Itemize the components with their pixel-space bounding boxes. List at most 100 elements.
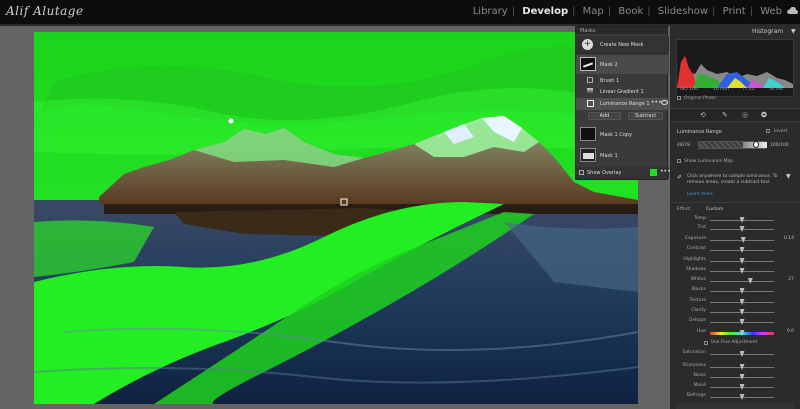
tool-strip: ⟲ ✎ ◎ ❂	[670, 108, 800, 122]
fine-adjustment-label: Use Fine Adjustment	[711, 340, 758, 345]
luminance-left-value: 48/78	[677, 143, 690, 148]
slider-label: Tint	[697, 225, 706, 230]
slider-label: Temp	[694, 216, 706, 221]
slider-label: Moiré	[693, 383, 706, 388]
mask-thumbnail	[580, 148, 596, 162]
overlay-color-swatch[interactable]	[650, 169, 657, 176]
slider-track[interactable]	[710, 281, 774, 282]
show-luminance-map-label: Show Luminance Map	[684, 159, 734, 164]
slider-row-texture[interactable]: Texture	[676, 298, 794, 307]
collapse-hint-icon[interactable]: ▼	[786, 173, 791, 180]
mask-2-row[interactable]: Mask 2	[576, 55, 669, 74]
histogram-title[interactable]: Histogram	[752, 28, 783, 35]
eyedropper-icon[interactable]: ✐	[677, 174, 682, 181]
slider-label: Clarity	[691, 308, 706, 313]
subtract-button[interactable]: Subtract	[628, 112, 663, 120]
module-slideshow[interactable]: Slideshow	[658, 6, 708, 17]
effect-dropdown[interactable]: Custom	[706, 207, 723, 212]
show-luminance-map-checkbox[interactable]	[677, 159, 681, 163]
slider-value[interactable]: 27	[776, 277, 794, 282]
slider-row-sharpness[interactable]: Sharpness	[676, 363, 794, 372]
masking-icon[interactable]: ❂	[761, 111, 767, 119]
mask-thumbnail	[580, 127, 596, 141]
slider-row-dehaze[interactable]: Dehaze	[676, 318, 794, 327]
learn-more-link[interactable]: Learn more	[687, 192, 713, 197]
show-overlay-checkbox[interactable]	[579, 170, 584, 175]
photo-canvas[interactable]	[0, 26, 670, 409]
slider-row-use-fine-adjustment: Use Fine Adjustment	[676, 340, 794, 349]
mask-1-copy-row[interactable]: Mask 1 Copy	[576, 125, 669, 144]
slider-value[interactable]: 0.14	[776, 236, 794, 241]
slider-row-exposure[interactable]: Exposure 0.14	[676, 236, 794, 245]
plus-icon[interactable]: +	[582, 39, 593, 50]
identity-plate: Alif Alutage	[6, 4, 84, 18]
cloud-icon[interactable]	[786, 7, 798, 15]
luminance-range-title: Luminance Range	[677, 129, 722, 135]
effect-label: Effect:	[677, 207, 692, 212]
slider-label: Contrast	[686, 246, 706, 251]
slider-row-tint[interactable]: Tint	[676, 225, 794, 234]
module-print[interactable]: Print	[723, 6, 746, 17]
original-photo-checkbox[interactable]	[677, 96, 681, 100]
slider-row-highlights[interactable]: Highlights	[676, 257, 794, 266]
slider-row-moir-[interactable]: Moiré	[676, 383, 794, 392]
slider-row-hue[interactable]: Hue 0.0	[676, 329, 794, 338]
crop-icon[interactable]: ⟲	[700, 111, 706, 119]
linear-gradient-component-row[interactable]: Linear Gradient 1	[576, 86, 669, 97]
slider-label: Defringe	[686, 393, 706, 398]
slider-row-contrast[interactable]: Contrast	[676, 246, 794, 255]
slider-row-noise[interactable]: Noise	[676, 373, 794, 382]
slider-row-saturation[interactable]: Saturation	[676, 350, 794, 359]
slider-value[interactable]: 0.0	[776, 329, 794, 334]
luminance-range-component-row[interactable]: Luminance Range 1 •••	[576, 98, 669, 110]
brush-icon	[587, 77, 593, 83]
red-eye-icon[interactable]: ◎	[742, 111, 748, 119]
module-library[interactable]: Library	[473, 6, 508, 17]
slider-row-defringe[interactable]: Defringe	[676, 393, 794, 402]
slider-row-clarity[interactable]: Clarity	[676, 308, 794, 317]
luminance-handle[interactable]	[753, 141, 759, 148]
histogram[interactable]: ISO 100 16 mm f / 22 30 sec	[676, 39, 794, 97]
brush-component-row[interactable]: Brush 1	[576, 75, 669, 86]
linear-gradient-label: Linear Gradient 1	[600, 89, 644, 95]
module-develop[interactable]: Develop	[522, 6, 568, 17]
mask-2-label: Mask 2	[600, 62, 618, 68]
create-new-mask-label: Create New Mask	[600, 42, 644, 48]
photo-with-mask-overlay[interactable]	[34, 32, 638, 404]
invert-label: Invert	[774, 129, 788, 134]
add-button[interactable]: Add	[588, 112, 621, 120]
slider-row-whites[interactable]: Whites 27	[676, 277, 794, 286]
module-map[interactable]: Map	[583, 6, 604, 17]
slider-row-temp[interactable]: Temp	[676, 216, 794, 225]
healing-icon[interactable]: ✎	[722, 111, 728, 119]
mask-1-copy-label: Mask 1 Copy	[600, 132, 632, 138]
aperture-readout: f / 22	[743, 87, 755, 92]
mask-1-label: Mask 1	[600, 153, 618, 159]
show-overlay-label: Show Overlay	[587, 170, 622, 176]
slider-track[interactable]	[710, 240, 774, 241]
focal-readout: 16 mm	[713, 87, 729, 92]
slider-row-blacks[interactable]: Blacks	[676, 287, 794, 296]
fine-adjustment-checkbox[interactable]	[704, 341, 708, 345]
luminance-hint-text: Click anywhere to sample luminance. To r…	[687, 174, 778, 185]
module-web[interactable]: Web	[760, 6, 782, 17]
show-overlay-row: Show Overlay •••	[576, 167, 671, 179]
luminance-icon	[587, 100, 594, 107]
module-book[interactable]: Book	[618, 6, 643, 17]
eye-icon[interactable]	[661, 100, 668, 105]
slider-row-shadows[interactable]: Shadows	[676, 267, 794, 276]
slider-label: Sharpness	[682, 363, 706, 368]
slider-label: Highlights	[683, 257, 706, 262]
slider-label: Blacks	[691, 287, 706, 292]
bottom-scrollbar[interactable]	[676, 403, 794, 409]
slider-label: Dehaze	[689, 318, 706, 323]
invert-checkbox[interactable]	[766, 129, 770, 133]
shutter-readout: 30 sec	[769, 87, 784, 92]
mask-1-row[interactable]: Mask 1	[576, 146, 669, 165]
luminance-right-value: 100/100	[770, 143, 789, 148]
iso-readout: ISO 100	[680, 87, 698, 92]
slider-label: Whites	[690, 277, 706, 282]
luminance-range-slider[interactable]	[698, 141, 767, 149]
create-new-mask-row[interactable]: + Create New Mask	[576, 36, 669, 54]
collapse-triangle-icon[interactable]: ▼	[791, 28, 796, 35]
